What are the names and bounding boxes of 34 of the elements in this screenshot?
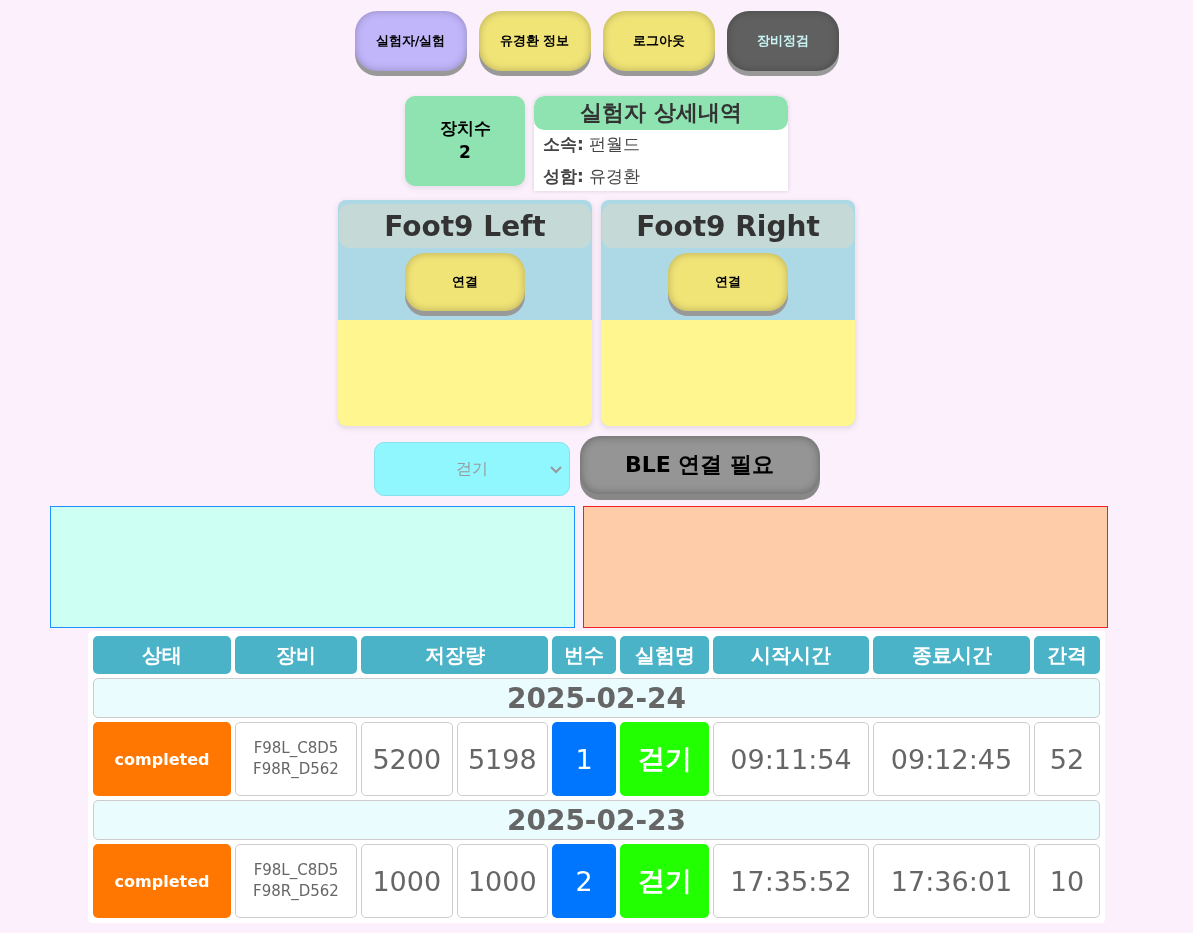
- table-cell: 1000: [361, 844, 453, 918]
- device-cell: F98L_C8D5 F98R_D562: [235, 844, 357, 918]
- table-cell: 52: [1034, 722, 1100, 796]
- device-count: 장치수 2: [439, 117, 491, 164]
- device-title: Foot9 Right: [602, 204, 854, 248]
- column-header: 종료시간: [873, 636, 1030, 674]
- date-header: 2025-02-24: [93, 678, 1100, 718]
- experiment-name-cell: 걷기: [620, 844, 709, 918]
- detail-field: 성함: 유경환: [534, 162, 788, 191]
- table-cell: 09:11:54: [713, 722, 869, 796]
- run-number-cell: 1: [552, 722, 616, 796]
- device-title: Foot9 Left: [339, 204, 591, 248]
- table-cell: 10: [1034, 844, 1100, 918]
- column-header: 간격: [1034, 636, 1100, 674]
- column-header: 저장량: [361, 636, 548, 674]
- table-cell: 17:35:52: [713, 844, 869, 918]
- column-header: 시작시간: [713, 636, 869, 674]
- run-number-cell: 2: [552, 844, 616, 918]
- device-cell: F98L_C8D5 F98R_D562: [235, 722, 357, 796]
- status-cell: completed: [93, 722, 231, 796]
- experiment-name-cell: 걷기: [620, 722, 709, 796]
- column-header: 상태: [93, 636, 231, 674]
- table-cell: 09:12:45: [873, 722, 1030, 796]
- table-cell: 1000: [456, 844, 548, 918]
- status-cell: completed: [93, 844, 231, 918]
- column-header: 번수: [552, 636, 616, 674]
- table-cell: 17:36:01: [873, 844, 1030, 918]
- detail-field: 소속: 펀월드: [534, 130, 788, 162]
- column-header: 장비: [235, 636, 357, 674]
- column-header: 실험명: [620, 636, 709, 674]
- table-cell: 5200: [361, 722, 453, 796]
- date-header: 2025-02-23: [93, 800, 1100, 840]
- details-title: 실험자 상세내역: [534, 96, 788, 130]
- table-cell: 5198: [456, 722, 548, 796]
